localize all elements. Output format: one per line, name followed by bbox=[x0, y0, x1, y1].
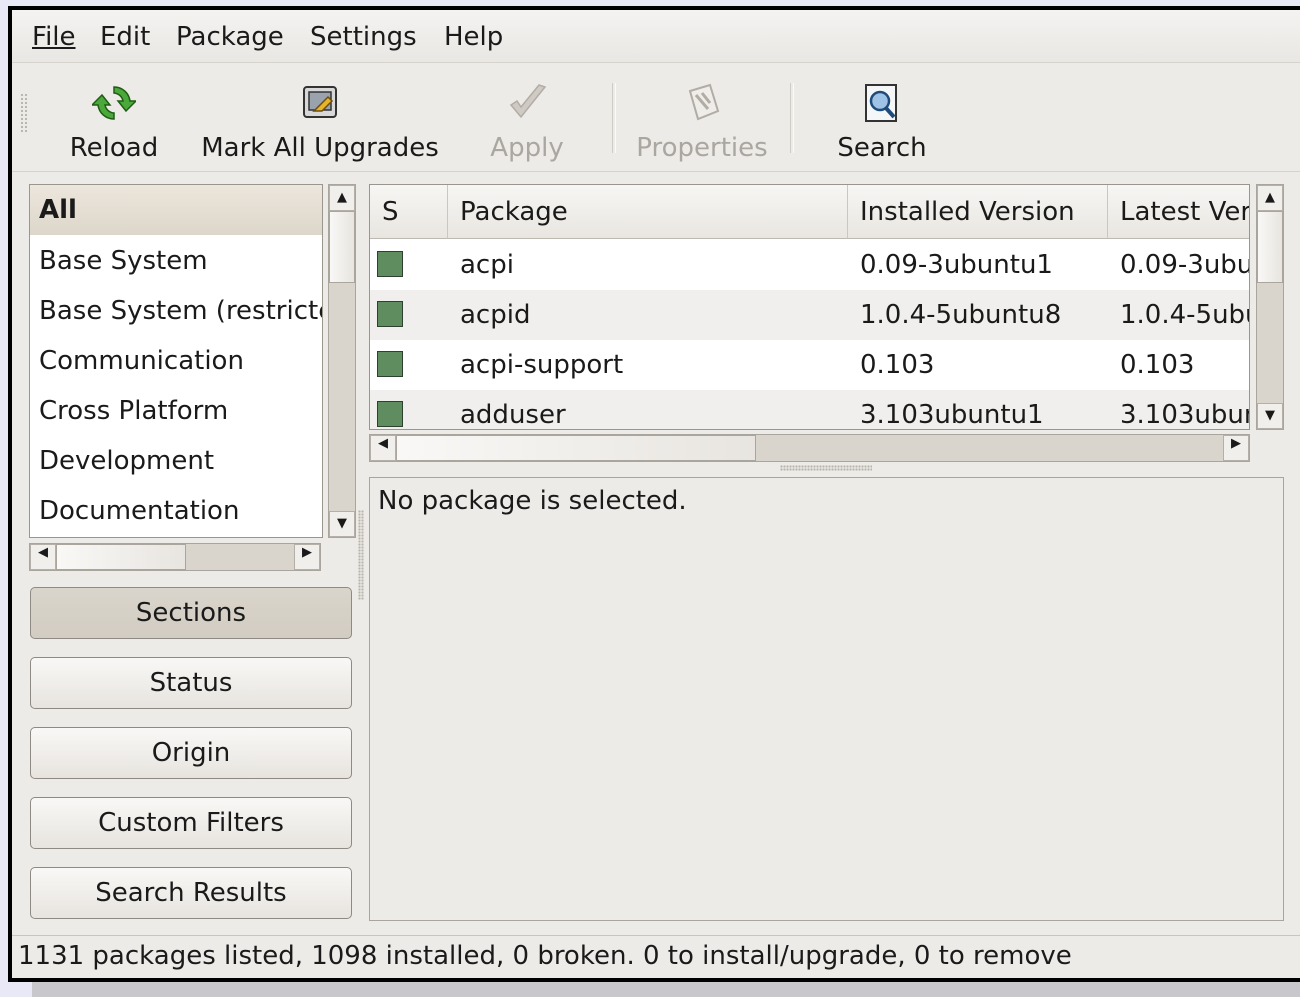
package-name: adduser bbox=[460, 400, 566, 430]
scroll-right-arrow-icon[interactable]: ▶ bbox=[294, 544, 320, 570]
scroll-left-arrow-icon[interactable]: ◀ bbox=[370, 435, 396, 461]
properties-button[interactable]: Properties bbox=[632, 71, 772, 165]
menu-settings[interactable]: Settings bbox=[310, 22, 417, 52]
statusbar: 1131 packages listed, 1098 installed, 0 … bbox=[12, 935, 1300, 978]
column-header-installed-version[interactable]: Installed Version bbox=[848, 185, 1108, 239]
search-results-button[interactable]: Search Results bbox=[30, 867, 352, 919]
scrollbar-thumb[interactable] bbox=[56, 544, 186, 570]
package-vertical-scrollbar[interactable]: ▲ ▼ bbox=[1256, 184, 1284, 430]
package-name: acpi-support bbox=[460, 350, 624, 380]
installed-version: 1.0.4-5ubuntu8 bbox=[860, 300, 1062, 330]
toolbar-separator bbox=[790, 83, 794, 153]
package-table: S Package Installed Version Latest Versi… bbox=[369, 184, 1250, 430]
menu-settings-label: Settings bbox=[310, 22, 417, 52]
toolbar-separator bbox=[612, 83, 616, 153]
sections-horizontal-scrollbar[interactable]: ◀ ▶ bbox=[29, 543, 321, 571]
apply-label: Apply bbox=[490, 133, 564, 163]
column-header-latest-version[interactable]: Latest Version bbox=[1108, 185, 1249, 239]
section-item[interactable]: Communication bbox=[30, 336, 322, 386]
search-icon bbox=[865, 84, 897, 122]
scroll-up-arrow-icon[interactable]: ▲ bbox=[329, 185, 355, 211]
installed-status-icon[interactable] bbox=[377, 251, 403, 277]
mark-all-upgrades-label: Mark All Upgrades bbox=[201, 133, 439, 163]
mark-all-upgrades-button[interactable]: Mark All Upgrades bbox=[200, 71, 440, 165]
section-item[interactable]: Base System bbox=[30, 236, 322, 286]
scroll-right-arrow-icon[interactable]: ▶ bbox=[1223, 435, 1249, 461]
menu-help-label: Help bbox=[444, 22, 504, 52]
menu-edit-label: Edit bbox=[100, 22, 151, 52]
menu-package-label: Package bbox=[176, 22, 284, 52]
reload-icon bbox=[92, 86, 136, 120]
menubar: File Edit Package Settings Help bbox=[12, 10, 1300, 63]
latest-version: 3.103ubuntu1 bbox=[1120, 400, 1249, 430]
reload-button[interactable]: Reload bbox=[64, 71, 164, 165]
column-header-status[interactable]: S bbox=[370, 185, 448, 239]
installed-status-icon[interactable] bbox=[377, 401, 403, 427]
column-header-package[interactable]: Package bbox=[448, 185, 848, 239]
package-name: acpid bbox=[460, 300, 531, 330]
package-details: No package is selected. bbox=[369, 477, 1284, 921]
sections-button[interactable]: Sections bbox=[30, 587, 352, 639]
sections-list[interactable]: All Base System Base System (restricted)… bbox=[29, 184, 323, 538]
toolbar: Reload Mark All Upgrades Apply Propertie… bbox=[12, 63, 1300, 172]
menu-file-label: File bbox=[32, 22, 76, 52]
checkmark-icon bbox=[509, 84, 547, 119]
scroll-down-arrow-icon[interactable]: ▼ bbox=[1257, 403, 1283, 429]
reload-label: Reload bbox=[69, 133, 159, 163]
menu-file[interactable]: File bbox=[32, 22, 76, 52]
toolbar-grip[interactable] bbox=[20, 93, 28, 133]
table-row[interactable]: acpi-support 0.103 0.103 bbox=[370, 340, 1249, 390]
installed-version: 0.103 bbox=[860, 350, 935, 380]
scroll-left-arrow-icon[interactable]: ◀ bbox=[30, 544, 56, 570]
section-item[interactable]: Development bbox=[30, 436, 322, 486]
properties-icon bbox=[688, 83, 720, 121]
details-text: No package is selected. bbox=[378, 486, 687, 516]
installed-version: 3.103ubuntu1 bbox=[860, 400, 1044, 430]
table-row[interactable]: adduser 3.103ubuntu1 3.103ubuntu1 bbox=[370, 390, 1249, 430]
latest-version: 0.09-3ubuntu1 bbox=[1120, 250, 1249, 280]
package-horizontal-scrollbar[interactable]: ◀ ▶ bbox=[369, 434, 1250, 462]
menu-edit[interactable]: Edit bbox=[100, 22, 150, 52]
section-item[interactable]: Documentation bbox=[30, 486, 322, 536]
installed-status-icon[interactable] bbox=[377, 351, 403, 377]
mark-all-upgrades-icon bbox=[303, 86, 337, 118]
latest-version: 0.103 bbox=[1120, 350, 1195, 380]
scroll-up-arrow-icon[interactable]: ▲ bbox=[1257, 185, 1283, 211]
sections-vertical-scrollbar[interactable]: ▲ ▼ bbox=[328, 184, 356, 538]
installed-version: 0.09-3ubuntu1 bbox=[860, 250, 1053, 280]
section-item[interactable]: Base System (restricted) bbox=[30, 286, 322, 336]
apply-button[interactable]: Apply bbox=[482, 71, 572, 165]
search-label: Search bbox=[837, 133, 927, 163]
origin-button[interactable]: Origin bbox=[30, 727, 352, 779]
section-item[interactable]: Cross Platform bbox=[30, 386, 322, 436]
pane-resize-handle[interactable] bbox=[780, 465, 872, 471]
installed-status-icon[interactable] bbox=[377, 301, 403, 327]
table-row[interactable]: acpi 0.09-3ubuntu1 0.09-3ubuntu1 bbox=[370, 240, 1249, 290]
scrollbar-thumb[interactable] bbox=[329, 211, 355, 283]
scroll-down-arrow-icon[interactable]: ▼ bbox=[329, 511, 355, 537]
menu-package[interactable]: Package bbox=[176, 22, 284, 52]
package-name: acpi bbox=[460, 250, 514, 280]
scrollbar-thumb[interactable] bbox=[1257, 211, 1283, 283]
scrollbar-thumb[interactable] bbox=[396, 435, 756, 461]
custom-filters-button[interactable]: Custom Filters bbox=[30, 797, 352, 849]
menu-help[interactable]: Help bbox=[444, 22, 503, 52]
table-row[interactable]: acpid 1.0.4-5ubuntu8 1.0.4-5ubuntu8 bbox=[370, 290, 1249, 340]
section-item-all[interactable]: All bbox=[30, 185, 322, 235]
latest-version: 1.0.4-5ubuntu8 bbox=[1120, 300, 1249, 330]
search-button[interactable]: Search bbox=[832, 71, 932, 165]
synaptic-window: File Edit Package Settings Help Reload M… bbox=[12, 10, 1300, 978]
status-button[interactable]: Status bbox=[30, 657, 352, 709]
properties-label: Properties bbox=[636, 133, 768, 163]
pane-resize-handle[interactable] bbox=[358, 510, 364, 600]
